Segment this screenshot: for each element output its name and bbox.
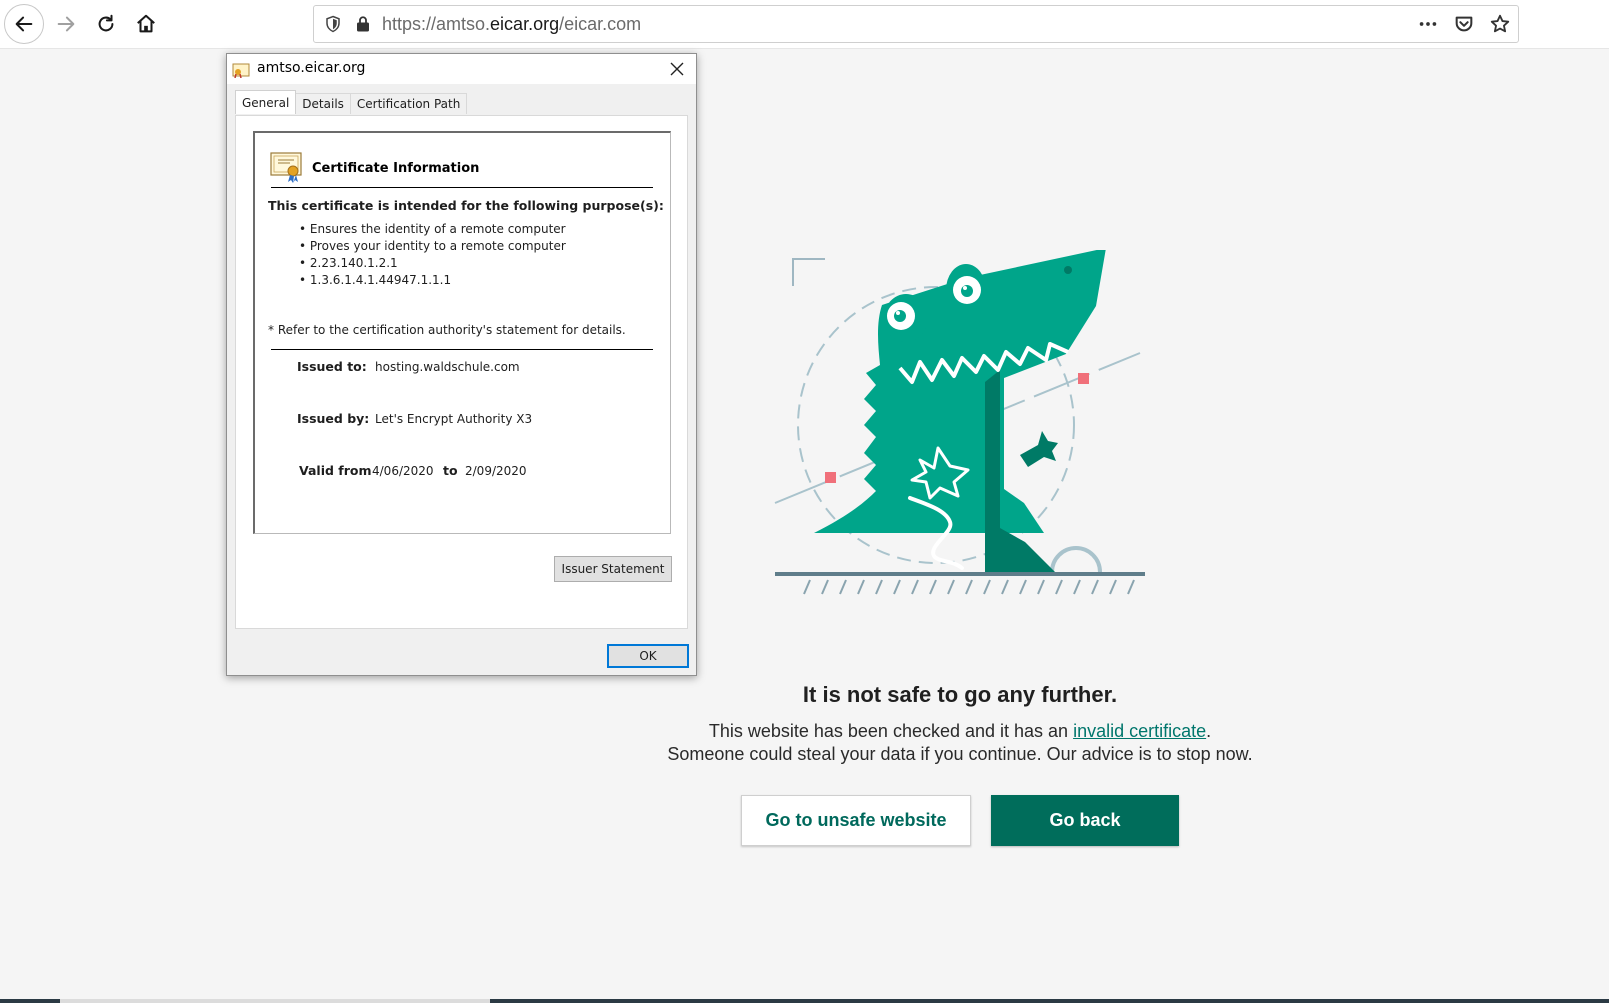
go-to-unsafe-website-button[interactable]: Go to unsafe website xyxy=(741,795,971,846)
crocodile-illustration xyxy=(774,250,1145,595)
pocket-icon xyxy=(1455,16,1473,32)
issued-to-label: Issued to: xyxy=(297,359,367,374)
home-icon xyxy=(137,14,155,33)
warning-text-line2: Someone could steal your data if you con… xyxy=(667,744,1253,764)
forward-button[interactable] xyxy=(46,4,86,44)
ellipsis-icon xyxy=(1419,22,1437,26)
go-back-button[interactable]: Go back xyxy=(991,795,1179,846)
url-bar[interactable]: https://amtso.eicar.org/eicar.com xyxy=(313,5,1519,43)
certificate-ribbon-icon xyxy=(270,152,302,183)
valid-from-value: 4/06/2020 xyxy=(372,464,434,478)
issued-by-label: Issued by: xyxy=(297,411,370,426)
star-icon xyxy=(1490,14,1510,33)
issued-to-value: hosting.waldschule.com xyxy=(375,360,520,374)
browser-toolbar: https://amtso.eicar.org/eicar.com xyxy=(0,0,1609,49)
reload-button[interactable] xyxy=(86,4,126,44)
issued-by-value: Let's Encrypt Authority X3 xyxy=(375,412,533,426)
warning-text-part: . xyxy=(1206,721,1212,741)
dialog-titlebar[interactable]: amtso.eicar.org xyxy=(227,54,696,84)
back-button[interactable] xyxy=(4,4,44,44)
certificate-info-box: Certificate Information This certificate… xyxy=(253,131,671,534)
valid-from-label: Valid from xyxy=(299,463,372,478)
certificate-dialog: amtso.eicar.org General Details Certific… xyxy=(226,53,697,676)
home-button[interactable] xyxy=(126,4,166,44)
certificate-heading: Certificate Information xyxy=(312,161,480,176)
purpose-item: Proves your identity to a remote compute… xyxy=(299,238,566,255)
taskbar-edge xyxy=(0,999,1609,1003)
purpose-heading: This certificate is intended for the fol… xyxy=(268,198,664,213)
valid-to-label: to xyxy=(443,463,458,478)
pocket-button[interactable] xyxy=(1452,12,1476,36)
bookmark-button[interactable] xyxy=(1488,12,1512,36)
tab-details[interactable]: Details xyxy=(295,93,351,114)
tab-certification-path[interactable]: Certification Path xyxy=(349,93,468,114)
url-text[interactable]: https://amtso.eicar.org/eicar.com xyxy=(382,14,641,35)
refer-note: * Refer to the certification authority's… xyxy=(268,323,626,337)
invalid-certificate-link[interactable]: invalid certificate xyxy=(1073,721,1206,741)
reload-icon xyxy=(98,14,114,32)
purpose-item: 1.3.6.1.4.1.44947.1.1.1 xyxy=(299,272,566,289)
purpose-item: 2.23.140.1.2.1 xyxy=(299,255,566,272)
dialog-title: amtso.eicar.org xyxy=(257,60,366,76)
purpose-list: Ensures the identity of a remote compute… xyxy=(299,221,566,289)
purpose-item: Ensures the identity of a remote compute… xyxy=(299,221,566,238)
warning-text-part: This website has been checked and it has… xyxy=(708,721,1074,741)
dialog-tabs: General Details Certification Path xyxy=(235,90,468,114)
divider xyxy=(271,187,653,188)
issuer-statement-button[interactable]: Issuer Statement xyxy=(554,556,672,582)
page-actions-button[interactable] xyxy=(1416,12,1440,36)
shield-icon[interactable] xyxy=(324,15,342,33)
warning-title: It is not safe to go any further. xyxy=(802,682,1118,707)
divider xyxy=(271,349,653,350)
lock-icon[interactable] xyxy=(354,15,372,33)
warning-text: This website has been checked and it has… xyxy=(620,720,1300,766)
tab-general[interactable]: General xyxy=(235,90,297,114)
certificate-icon xyxy=(232,63,250,78)
arrow-right-icon xyxy=(57,16,75,32)
arrow-left-icon xyxy=(15,16,33,32)
ok-button[interactable]: OK xyxy=(607,644,689,668)
valid-to-value: 2/09/2020 xyxy=(465,464,527,478)
general-tab-panel: Certificate Information This certificate… xyxy=(235,115,688,629)
close-icon[interactable] xyxy=(666,58,688,80)
